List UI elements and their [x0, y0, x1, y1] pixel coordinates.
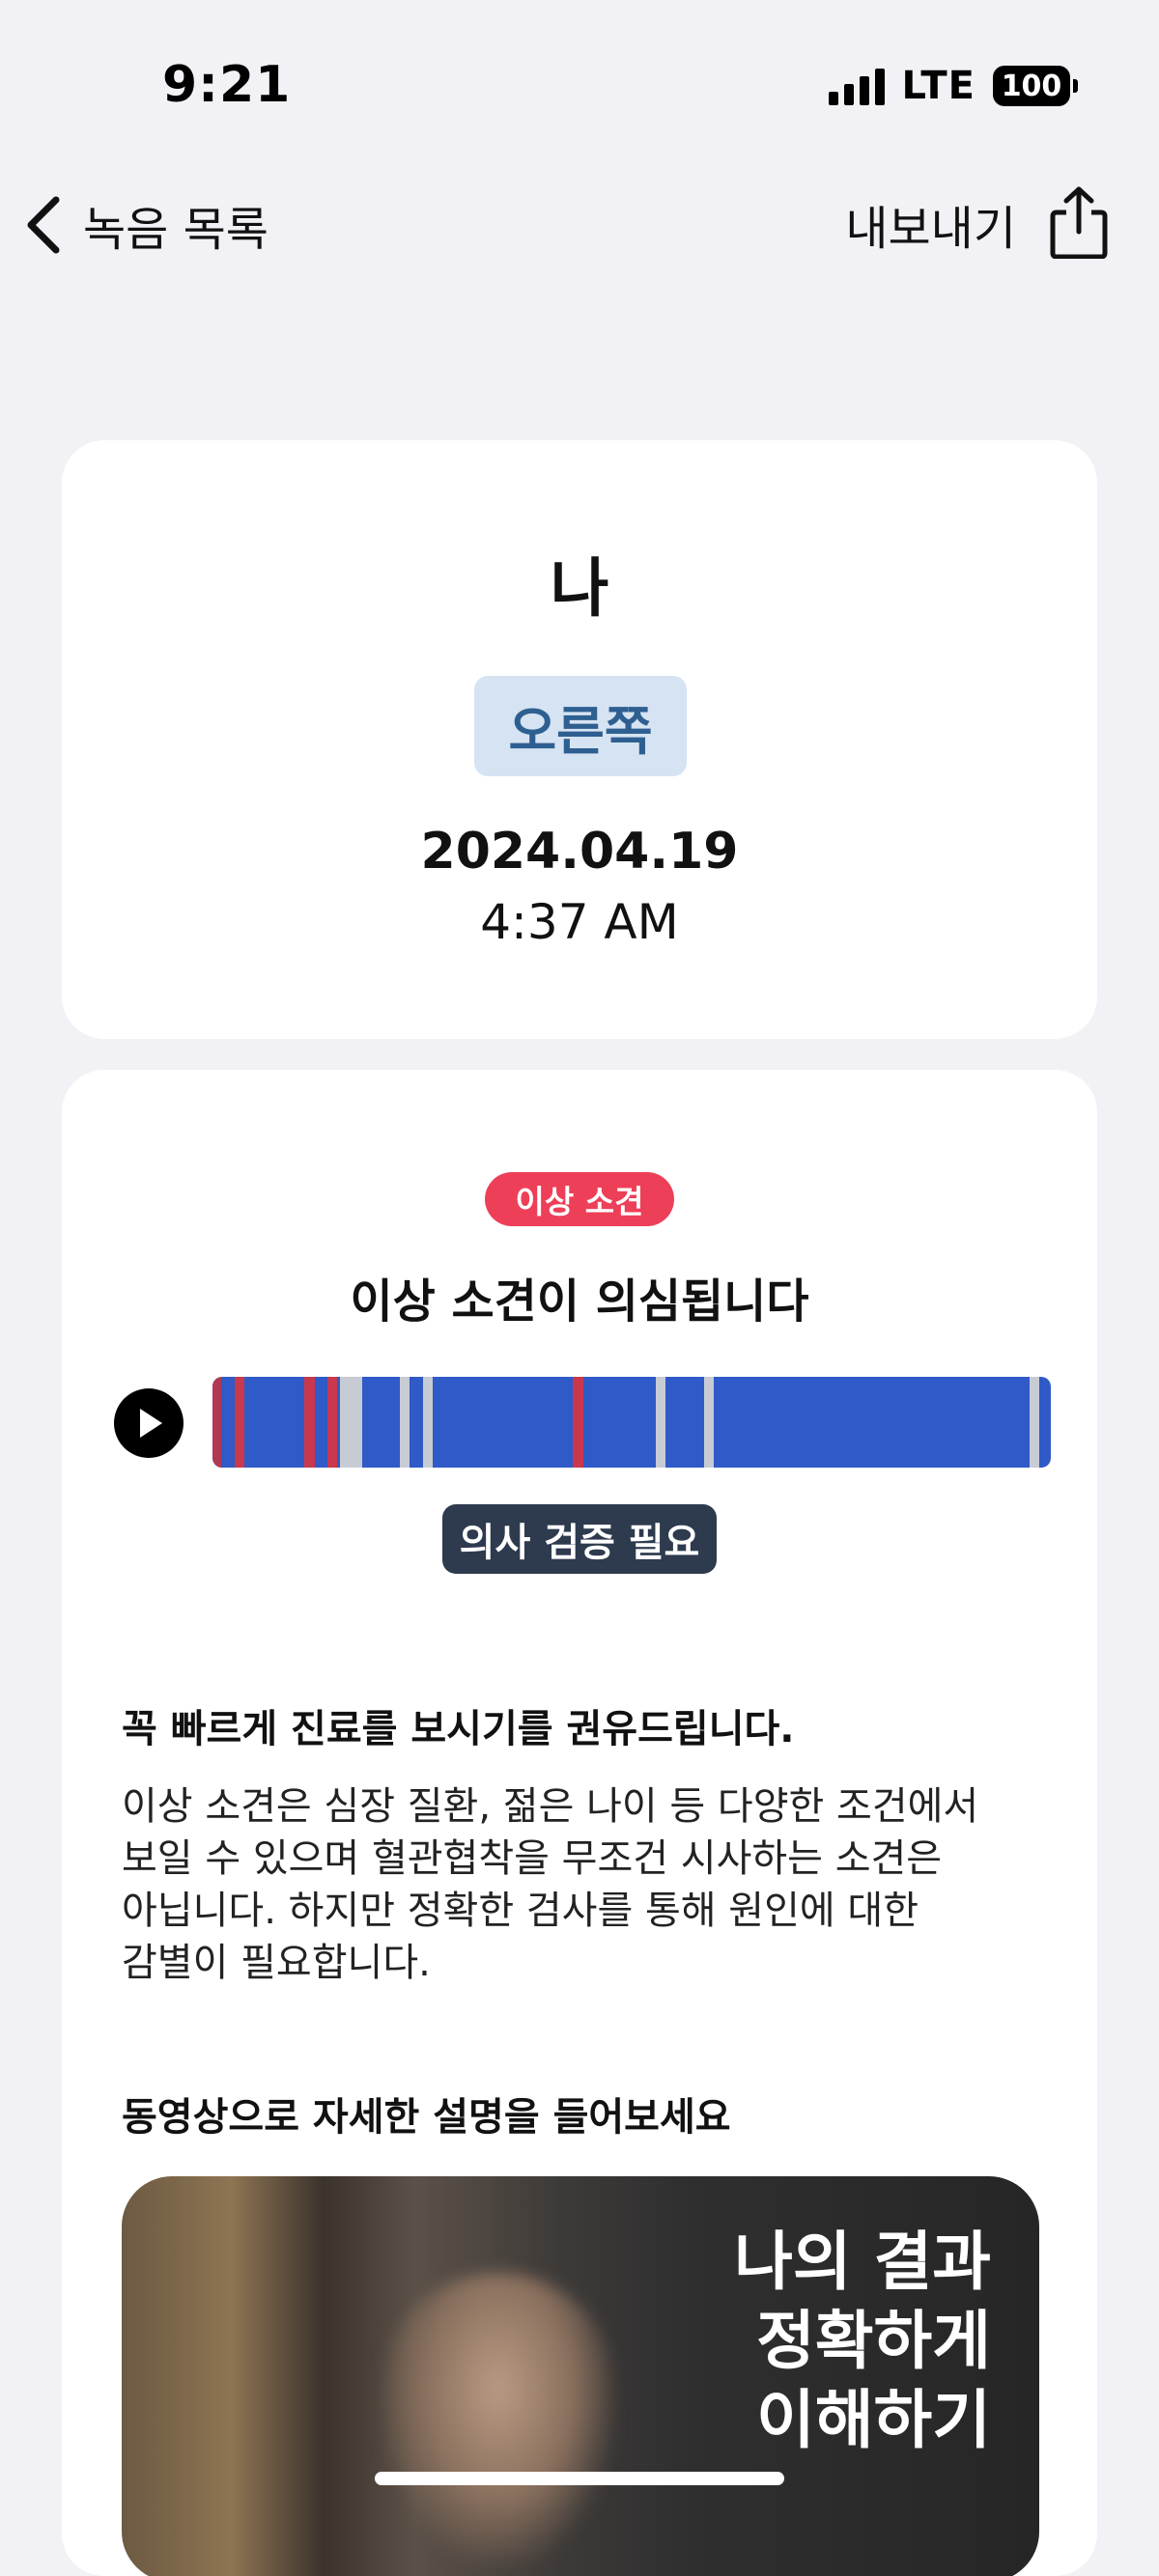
person-name: 나: [550, 551, 609, 626]
advice-line: 보일 수 있으며 혈관협착을 무조건 시사하는 소견은: [122, 1836, 943, 1881]
play-button[interactable]: [114, 1388, 184, 1458]
video-caption-line: 정확하게: [756, 2304, 991, 2378]
nav-bar: 녹음 목록 내보내기: [0, 174, 1159, 280]
back-button[interactable]: 녹음 목록: [23, 191, 269, 259]
signal-icon: [828, 67, 885, 105]
waveform-segment-marker: [340, 1377, 362, 1468]
share-icon: [1049, 185, 1109, 263]
export-button[interactable]: 내보내기: [845, 185, 1109, 263]
waveform-segment-marker: [212, 1377, 221, 1468]
network-label: LTE: [901, 64, 975, 108]
waveform-segment-marker: [304, 1377, 315, 1468]
waveform-segment-marker: [704, 1377, 714, 1468]
video-caption-line: 이해하기: [756, 2383, 991, 2457]
waveform-track[interactable]: [212, 1377, 1051, 1468]
advice-title: 꼭 빠르게 진료를 보시기를 권유드립니다.: [122, 1707, 795, 1751]
side-badge: 오른쪽: [474, 676, 687, 776]
waveform-segment-marker: [235, 1377, 244, 1468]
waveform-segment-marker: [573, 1377, 583, 1468]
recording-time: 4:37 AM: [480, 894, 679, 950]
home-indicator: [375, 2472, 784, 2485]
video-section-title: 동영상으로 자세한 설명을 들어보세요: [122, 2095, 731, 2140]
play-icon: [140, 1409, 162, 1438]
video-caption-line: 나의 결과: [734, 2225, 991, 2299]
advice-body: 이상 소견은 심장 질환, 젊은 나이 등 다양한 조건에서 보일 수 있으며 …: [122, 1780, 1010, 1989]
abnormal-badge: 이상 소견: [485, 1172, 674, 1226]
back-label: 녹음 목록: [83, 203, 269, 257]
waveform-segment-marker: [656, 1377, 665, 1468]
status-indicators: LTE 100: [828, 64, 1078, 108]
chevron-left-icon: [23, 194, 66, 256]
advice-line: 이상 소견은 심장 질환, 젊은 나이 등 다양한 조건에서: [122, 1784, 979, 1829]
recording-date: 2024.04.19: [420, 823, 739, 881]
advice-line: 감별이 필요합니다.: [122, 1941, 431, 1985]
video-caption: 나의 결과 정확하게 이해하기: [734, 2223, 991, 2460]
waveform-segment-marker: [423, 1377, 433, 1468]
export-label: 내보내기: [845, 202, 1016, 256]
recording-info-card: 나 오른쪽 2024.04.19 4:37 AM: [62, 440, 1097, 1039]
battery-icon: 100: [993, 66, 1078, 106]
waveform-segment-marker: [400, 1377, 410, 1468]
video-presenter-image: [382, 2273, 614, 2562]
waveform-segment-marker: [1030, 1377, 1039, 1468]
result-title: 이상 소견이 의심됩니다: [350, 1274, 809, 1329]
result-card: 이상 소견 이상 소견이 의심됩니다 의사 검증 필요 꼭 빠르게 진료를 보시…: [62, 1070, 1097, 2576]
status-bar: 9:21 LTE 100: [0, 0, 1159, 164]
status-time: 9:21: [162, 56, 292, 114]
advice-line: 아닙니다. 하지만 정확한 검사를 통해 원인에 대한: [122, 1889, 919, 1933]
waveform-segment-marker: [327, 1377, 337, 1468]
doctor-verify-badge: 의사 검증 필요: [442, 1504, 717, 1574]
video-thumbnail[interactable]: 나의 결과 정확하게 이해하기: [122, 2176, 1039, 2576]
